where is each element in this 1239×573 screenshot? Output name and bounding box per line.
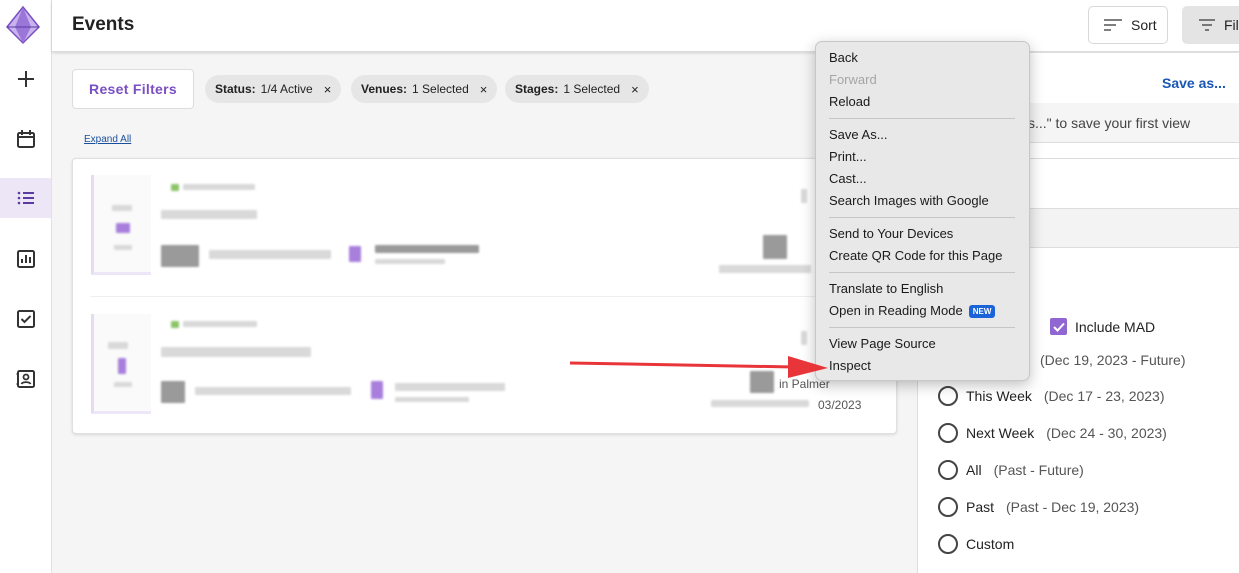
sort-button-label: Sort [1131, 17, 1157, 33]
radio-range: (Dec 17 - 23, 2023) [1043, 388, 1165, 404]
radio-label: Past [966, 499, 995, 515]
radio-next-week[interactable]: Next Week (Dec 24 - 30, 2023) [938, 423, 1167, 443]
status-filter-chip[interactable]: Status: 1/4 Active × [205, 75, 342, 103]
chip-close-icon[interactable]: × [480, 82, 488, 97]
calendar-icon[interactable] [0, 119, 51, 159]
chip-value: 1/4 Active [260, 82, 313, 96]
event-date-partial: 03/2023 [818, 398, 862, 412]
chip-close-icon[interactable]: × [631, 82, 639, 97]
top-header: Events Sort Filt [52, 0, 1239, 52]
radio-circle-icon [938, 534, 958, 554]
menu-item-forward: Forward [829, 72, 877, 87]
chip-value: 1 Selected [412, 82, 469, 96]
menu-item-reading-mode[interactable]: Open in Reading Mode NEW [816, 300, 1029, 322]
filter-button[interactable]: Filt [1182, 6, 1239, 44]
checkbox-checked-icon [1050, 318, 1067, 335]
events-card: in Palmer 03/2023 [72, 158, 897, 434]
menu-item-print[interactable]: Print... [816, 146, 1029, 168]
menu-item-translate[interactable]: Translate to English [816, 278, 1029, 300]
upcoming-range: (Dec 19, 2023 - Future) [1040, 352, 1186, 368]
radio-circle-icon [938, 460, 958, 480]
reset-filters-button[interactable]: Reset Filters [72, 69, 194, 109]
radio-all[interactable]: All (Past - Future) [938, 460, 1084, 480]
menu-separator [829, 217, 1015, 218]
checkbox-icon[interactable] [0, 299, 51, 339]
save-as-link[interactable]: Save as... [1162, 75, 1226, 91]
chip-key: Venues: [361, 82, 408, 96]
list-view-icon[interactable] [0, 178, 51, 218]
radio-custom[interactable]: Custom [938, 534, 1014, 554]
radio-label: This Week [966, 388, 1032, 404]
menu-item-back[interactable]: Back [816, 47, 1029, 69]
radio-circle-icon [938, 423, 958, 443]
add-icon[interactable] [0, 59, 51, 99]
contact-card-icon[interactable] [0, 359, 51, 399]
menu-separator [829, 272, 1015, 273]
menu-separator [829, 327, 1015, 328]
event-thumbnail [91, 175, 151, 275]
left-nav-rail [0, 0, 52, 573]
filter-icon [1199, 19, 1215, 31]
radio-label: All [966, 462, 982, 478]
new-badge: NEW [968, 305, 996, 318]
menu-item-label: Open in Reading Mode [829, 303, 963, 318]
event-thumbnail [91, 314, 151, 414]
radio-range: (Past - Dec 19, 2023) [1006, 499, 1140, 515]
menu-item-inspect[interactable]: Inspect [816, 355, 1029, 377]
browser-context-menu: Back Forward Reload Save As... Print... … [815, 41, 1030, 381]
row-divider [91, 296, 881, 297]
menu-item-view-source[interactable]: View Page Source [816, 333, 1029, 355]
filter-button-label: Filt [1224, 17, 1239, 33]
radio-range: (Dec 24 - 30, 2023) [1046, 425, 1167, 441]
menu-separator [829, 118, 1015, 119]
annotation-arrow-icon [569, 356, 828, 378]
chart-icon[interactable] [0, 239, 51, 279]
menu-item-create-qr-code[interactable]: Create QR Code for this Page [816, 245, 1029, 267]
menu-item-cast[interactable]: Cast... [816, 168, 1029, 190]
radio-circle-icon [938, 497, 958, 517]
chip-key: Stages: [515, 82, 559, 96]
expand-all-link[interactable]: Expand All [84, 134, 131, 145]
radio-range: (Past - Future) [993, 462, 1084, 478]
radio-this-week[interactable]: This Week (Dec 17 - 23, 2023) [938, 386, 1165, 406]
sort-icon [1104, 19, 1122, 31]
include-mad-label: Include MAD [1075, 318, 1156, 335]
venues-filter-chip[interactable]: Venues: 1 Selected × [351, 75, 498, 103]
radio-label: Custom [966, 536, 1015, 552]
menu-item-send-to-devices[interactable]: Send to Your Devices [816, 223, 1029, 245]
sort-button[interactable]: Sort [1088, 6, 1168, 44]
chip-value: 1 Selected [563, 82, 621, 96]
chip-close-icon[interactable]: × [324, 82, 332, 97]
stages-filter-chip[interactable]: Stages: 1 Selected × [505, 75, 649, 103]
chip-key: Status: [215, 82, 256, 96]
menu-item-search-images[interactable]: Search Images with Google [816, 190, 1029, 212]
page-title: Events [72, 14, 135, 35]
radio-past[interactable]: Past (Past - Dec 19, 2023) [938, 497, 1139, 517]
radio-label: Next Week [966, 425, 1035, 441]
app-logo-icon[interactable] [5, 5, 41, 45]
menu-item-reload[interactable]: Reload [816, 91, 1029, 113]
menu-item-save-as[interactable]: Save As... [816, 124, 1029, 146]
include-mad-checkbox[interactable]: Include MAD [1050, 318, 1155, 335]
radio-circle-icon [938, 386, 958, 406]
